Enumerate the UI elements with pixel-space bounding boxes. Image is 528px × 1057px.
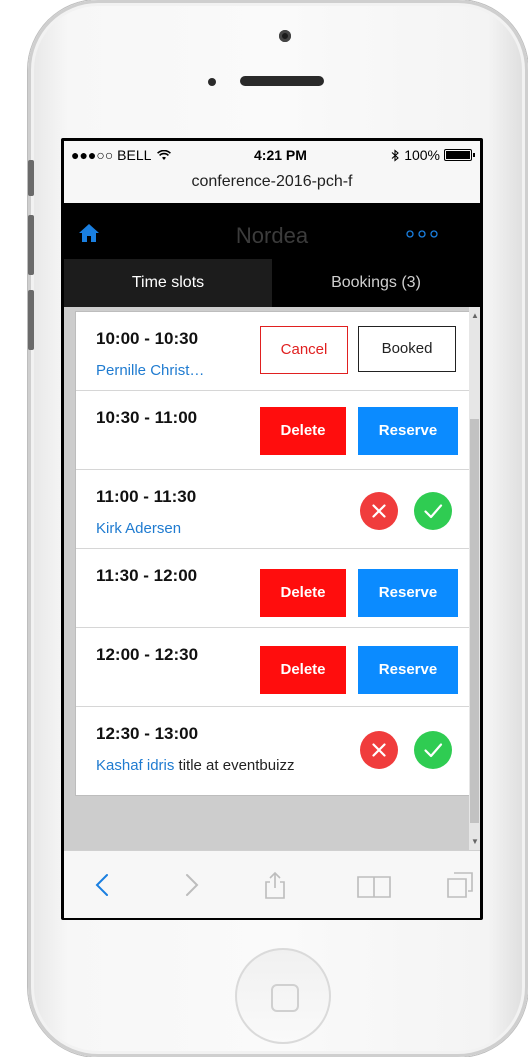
tabs-icon[interactable] <box>444 871 474 899</box>
list-item: 12:30 - 13:00 Kashaf idris title at even… <box>76 707 472 795</box>
attendee-name[interactable]: Kirk Adersen <box>96 520 181 537</box>
booked-button[interactable]: Booked <box>358 326 456 372</box>
list-item: 10:30 - 11:00 Delete Reserve <box>76 391 472 470</box>
battery-icon <box>444 149 475 161</box>
forward-icon[interactable] <box>176 871 206 899</box>
wifi-icon <box>156 149 171 160</box>
check-icon <box>424 504 443 519</box>
front-camera <box>279 30 291 42</box>
home-button[interactable] <box>235 948 331 1044</box>
attendee-row: Kashaf idris title at eventbuizz <box>96 757 294 774</box>
url-bar[interactable]: conference-2016-pch-f <box>64 173 480 191</box>
share-icon[interactable] <box>260 871 290 899</box>
attendee-name[interactable]: Kashaf idris <box>96 757 174 774</box>
side-button <box>28 160 34 196</box>
slot-time: 11:00 - 11:30 <box>96 487 197 506</box>
back-icon[interactable] <box>88 871 118 899</box>
bluetooth-icon <box>391 148 400 162</box>
slot-time: 10:00 - 10:30 <box>96 329 199 348</box>
approve-button[interactable] <box>414 731 452 769</box>
side-button <box>28 215 34 275</box>
approve-button[interactable] <box>414 492 452 530</box>
close-icon <box>372 743 386 757</box>
delete-button[interactable]: Delete <box>260 646 346 694</box>
reserve-button[interactable]: Reserve <box>358 646 458 694</box>
earpiece-speaker <box>240 76 324 86</box>
tab-bookings[interactable]: Bookings (3) <box>272 259 480 307</box>
slot-time: 12:00 - 12:30 <box>96 645 199 664</box>
reserve-button[interactable]: Reserve <box>358 569 458 617</box>
browser-toolbar <box>64 850 480 918</box>
carrier-signal: ●●●○○ BELL <box>71 147 171 163</box>
slot-time: 11:30 - 12:00 <box>96 566 198 585</box>
phone-screen: ●●●○○ BELL 4:21 PM 100% conference-2016-… <box>61 138 483 920</box>
app-header: Nordea <box>64 203 480 259</box>
delete-button[interactable]: Delete <box>260 407 346 455</box>
scroll-up-icon[interactable]: ▲ <box>471 311 479 320</box>
slot-time: 12:30 - 13:00 <box>96 724 199 743</box>
slot-list: 10:00 - 10:30 Pernille Christ… Cancel Bo… <box>75 311 473 796</box>
side-button <box>28 290 34 350</box>
attendee-name[interactable]: Pernille Christ… <box>96 362 204 379</box>
slot-time: 10:30 - 11:00 <box>96 408 198 427</box>
status-right: 100% <box>391 147 475 163</box>
scroll-thumb[interactable] <box>470 419 479 823</box>
slot-list-area: 10:00 - 10:30 Pernille Christ… Cancel Bo… <box>64 307 480 850</box>
clock: 4:21 PM <box>254 147 307 163</box>
list-item: 10:00 - 10:30 Pernille Christ… Cancel Bo… <box>76 312 472 391</box>
bookmarks-icon[interactable] <box>354 871 394 899</box>
tab-bar: Time slots Bookings (3) <box>64 259 480 307</box>
proximity-sensor <box>208 78 216 86</box>
cancel-button[interactable]: Cancel <box>260 326 348 374</box>
decline-button[interactable] <box>360 492 398 530</box>
status-bar: ●●●○○ BELL 4:21 PM 100% conference-2016-… <box>64 141 480 203</box>
list-item: 12:00 - 12:30 Delete Reserve <box>76 628 472 707</box>
list-item: 11:00 - 11:30 Kirk Adersen <box>76 470 472 549</box>
scrollbar[interactable]: ▲ ▼ <box>469 307 480 850</box>
attendee-title: title at eventbuizz <box>178 757 295 774</box>
close-icon <box>372 504 386 518</box>
more-icon[interactable] <box>406 229 440 239</box>
carrier-label: ●●●○○ BELL <box>71 147 151 163</box>
decline-button[interactable] <box>360 731 398 769</box>
battery-percent: 100% <box>404 147 440 163</box>
tab-time-slots[interactable]: Time slots <box>64 259 272 307</box>
check-icon <box>424 743 443 758</box>
scroll-down-icon[interactable]: ▼ <box>471 837 479 846</box>
list-item: 11:30 - 12:00 Delete Reserve <box>76 549 472 628</box>
delete-button[interactable]: Delete <box>260 569 346 617</box>
reserve-button[interactable]: Reserve <box>358 407 458 455</box>
